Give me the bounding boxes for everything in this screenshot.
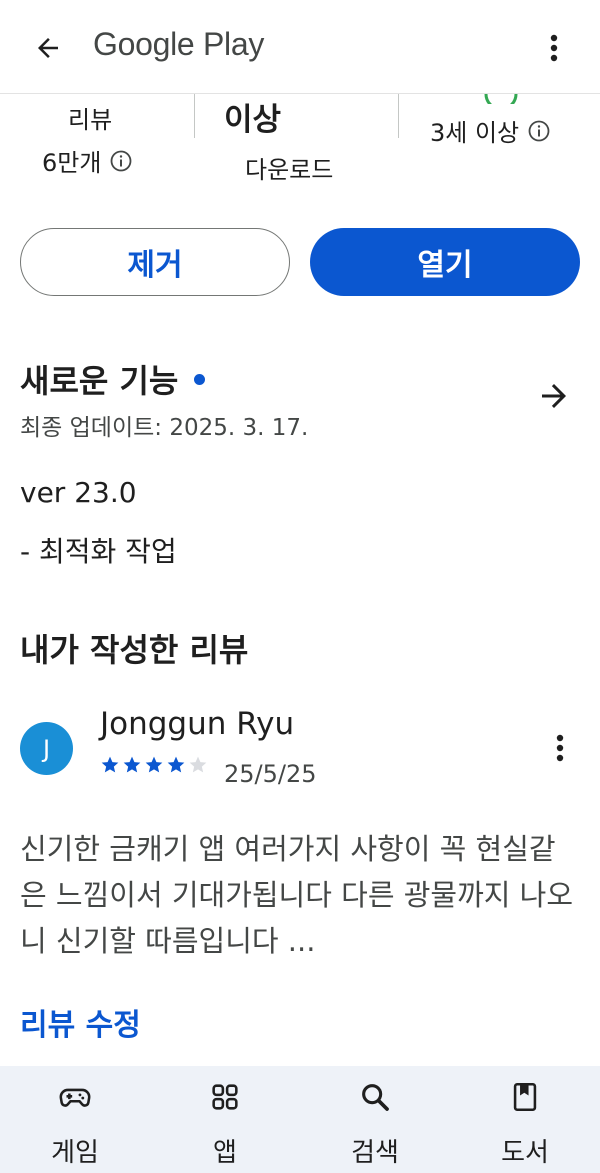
- age-rating[interactable]: 3세 이상: [430, 113, 551, 148]
- star-filled-icon: [123, 756, 141, 773]
- apps-grid-icon: [212, 1084, 238, 1110]
- info-icon: [111, 150, 132, 171]
- age-rating-text: 3세 이상: [430, 119, 520, 147]
- book-icon: [513, 1082, 537, 1112]
- downloads-label: 다운로드: [245, 156, 334, 184]
- open-button[interactable]: 열기: [310, 228, 580, 296]
- stat-divider: [398, 94, 399, 138]
- top-app-bar: Google Play: [0, 0, 600, 94]
- review-more-options-button[interactable]: [544, 728, 576, 768]
- nav-item-books[interactable]: 도서: [450, 1066, 600, 1173]
- nav-label-books: 도서: [501, 1138, 549, 1168]
- back-button[interactable]: [22, 22, 74, 74]
- search-icon: [362, 1084, 389, 1111]
- star-empty-icon: [189, 756, 207, 773]
- reviewer-name: Jonggun Ryu: [100, 706, 295, 742]
- rating-badge-icon: [484, 94, 518, 104]
- nav-item-games[interactable]: 게임: [0, 1066, 150, 1173]
- reviews-count-text: 6만개: [42, 149, 102, 177]
- star-filled-icon: [167, 756, 185, 773]
- arrow-back-icon: [38, 38, 58, 58]
- info-icon: [528, 120, 550, 141]
- reviews-count[interactable]: 6만개: [42, 143, 133, 178]
- whats-new-title-row: 새로운 기능: [20, 356, 206, 402]
- last-updated: 최종 업데이트: 2025. 3. 17.: [20, 415, 309, 441]
- review-body: 신기한 금캐기 앱 여러가지 사항이 꼭 현실같은 느낌이서 기대가됩니다 다른…: [20, 832, 574, 958]
- bottom-navigation: 게임 앱 검색 도서: [0, 1066, 600, 1173]
- nav-label-games: 게임: [51, 1138, 99, 1168]
- version-text: ver 23.0: [20, 476, 137, 509]
- my-review-title: 내가 작성한 리뷰: [20, 631, 249, 669]
- app-title: Google Play: [93, 26, 265, 62]
- change-note: - 최적화 작업: [20, 535, 177, 568]
- nav-item-search[interactable]: 검색: [300, 1066, 450, 1173]
- new-indicator-dot: [194, 373, 206, 385]
- more-vert-icon: [550, 34, 558, 62]
- star-filled-icon: [145, 756, 163, 773]
- downloads-value: 이상: [224, 102, 282, 138]
- uninstall-button[interactable]: 제거: [20, 228, 290, 296]
- nav-label-search: 검색: [351, 1138, 399, 1168]
- more-options-button[interactable]: [532, 24, 576, 72]
- reviews-label: 리뷰: [68, 106, 113, 134]
- review-date: 25/5/25: [224, 760, 317, 788]
- more-vert-icon: [556, 734, 564, 762]
- star-rating: [100, 755, 208, 775]
- gamepad-icon: [59, 1088, 91, 1107]
- arrow-forward-icon[interactable]: [536, 378, 572, 414]
- stat-divider: [194, 94, 195, 138]
- whats-new-header[interactable]: 새로운 기능 최종 업데이트: 2025. 3. 17.: [20, 352, 580, 442]
- whats-new-title: 새로운 기능: [20, 362, 179, 400]
- star-filled-icon: [101, 756, 119, 773]
- edit-review-link[interactable]: 리뷰 수정: [20, 1000, 141, 1044]
- nav-label-apps: 앱: [213, 1138, 237, 1168]
- avatar: J: [20, 722, 73, 775]
- nav-item-apps[interactable]: 앱: [150, 1066, 300, 1173]
